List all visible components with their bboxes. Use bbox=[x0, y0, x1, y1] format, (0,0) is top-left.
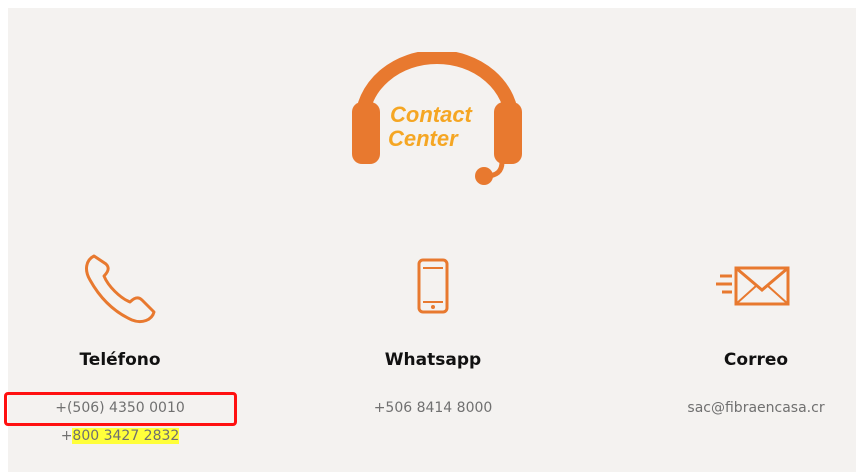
logo-text-line1: Contact bbox=[390, 102, 472, 127]
email-title: Correo bbox=[723, 350, 789, 370]
email-address[interactable]: sac@fibraencasa.cr bbox=[636, 400, 856, 416]
mobile-phone-icon bbox=[417, 258, 449, 314]
whatsapp-number[interactable]: +506 8414 8000 bbox=[313, 400, 553, 416]
contact-center-logo: Contact Center bbox=[352, 50, 522, 192]
annotation-box bbox=[4, 392, 237, 426]
envelope-icon bbox=[716, 266, 790, 306]
phone-title: Teléfono bbox=[79, 350, 161, 370]
phone-number-secondary[interactable]: +800 3427 2832 bbox=[0, 428, 240, 444]
logo-text-line2: Center bbox=[388, 126, 458, 151]
phone-icon bbox=[85, 254, 156, 324]
phone-secondary-prefix: + bbox=[60, 428, 73, 444]
highlighted-number: 800 3427 2832 bbox=[72, 428, 180, 444]
whatsapp-title: Whatsapp bbox=[384, 350, 482, 370]
